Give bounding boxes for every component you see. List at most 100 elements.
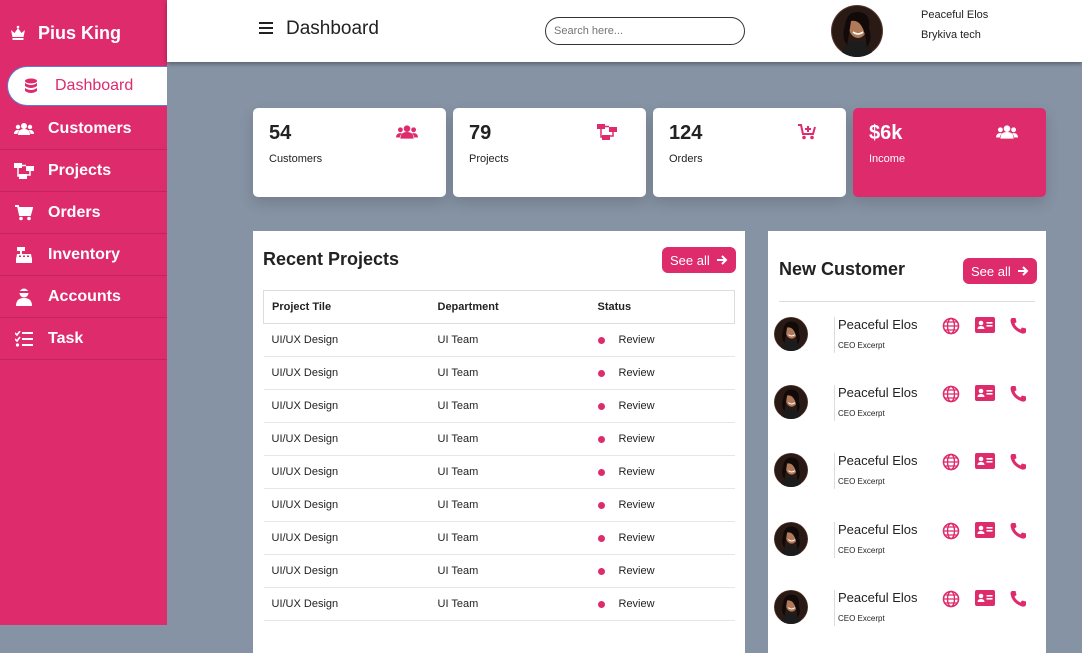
list-item[interactable]: Peaceful Elos CEO Excerpt (774, 522, 1036, 566)
stat-card-orders[interactable]: 124 Orders (653, 108, 846, 197)
table-row[interactable]: UI/UX Design UI Team Review (263, 422, 735, 456)
sidebar-item-label: Projects (48, 161, 112, 179)
sidebar-nav: Dashboard Customers Projects Orders Inve… (0, 66, 167, 360)
phone-icon[interactable] (1009, 317, 1027, 334)
project-department: UI Team (429, 356, 590, 390)
project-title: UI/UX Design (263, 455, 430, 489)
project-status: Review (589, 356, 735, 390)
new-customer-title: New Customer (779, 259, 906, 279)
globe-icon[interactable] (942, 317, 960, 335)
divider (834, 385, 835, 421)
table-row[interactable]: UI/UX Design UI Team Review (263, 488, 735, 522)
column-header: Status (589, 290, 735, 324)
table-row[interactable]: UI/UX Design UI Team Review (263, 521, 735, 555)
column-header: Department (429, 290, 590, 324)
project-title: UI/UX Design (263, 356, 430, 390)
customer-role: CEO Excerpt (838, 477, 885, 486)
project-title: UI/UX Design (263, 554, 430, 588)
users-icon (14, 120, 34, 138)
status-label: Review (618, 433, 655, 445)
cart-icon (14, 204, 34, 222)
stat-label: Income (869, 153, 906, 165)
page-title: Dashboard (286, 18, 379, 39)
avatar[interactable] (774, 522, 808, 556)
status-dot-icon (597, 534, 605, 542)
sidebar-item-task[interactable]: Task (0, 318, 167, 360)
id-card-icon[interactable] (975, 522, 995, 538)
sidebar-item-dashboard[interactable]: Dashboard (7, 66, 167, 106)
project-department: UI Team (429, 323, 590, 357)
see-all-label: See all (670, 252, 710, 268)
user-name: Peaceful Elos (921, 9, 989, 21)
status-label: Review (618, 499, 655, 511)
list-item[interactable]: Peaceful Elos CEO Excerpt (774, 590, 1036, 634)
new-customer-panel: New Customer See all Peaceful Elos CEO Ex… (768, 231, 1046, 653)
globe-icon[interactable] (942, 590, 960, 608)
avatar[interactable] (774, 385, 808, 419)
phone-icon[interactable] (1009, 453, 1027, 470)
recent-projects-panel: Recent Projects See all Project Tile Dep… (253, 231, 745, 653)
project-status: Review (589, 554, 735, 588)
new-customer-see-all-button[interactable]: See all (963, 258, 1037, 284)
id-card-icon[interactable] (975, 317, 995, 333)
sidebar-item-projects[interactable]: Projects (0, 150, 167, 192)
list-item[interactable]: Peaceful Elos CEO Excerpt (774, 453, 1036, 497)
project-status: Review (589, 323, 735, 357)
sidebar-item-accounts[interactable]: Accounts (0, 276, 167, 318)
avatar[interactable] (774, 453, 808, 487)
status-label: Review (618, 400, 655, 412)
project-title: UI/UX Design (263, 488, 430, 522)
phone-icon[interactable] (1009, 385, 1027, 402)
sidebar-item-label: Inventory (48, 245, 121, 263)
hamburger-menu-icon[interactable] (259, 22, 273, 36)
project-department: UI Team (429, 389, 590, 423)
status-label: Review (618, 598, 655, 610)
project-title: UI/UX Design (263, 389, 430, 423)
table-row[interactable]: UI/UX Design UI Team Review (263, 389, 735, 423)
list-item[interactable]: Peaceful Elos CEO Excerpt (774, 385, 1036, 429)
status-label: Review (618, 334, 655, 346)
avatar[interactable] (774, 317, 808, 351)
avatar[interactable] (831, 5, 883, 57)
id-card-icon[interactable] (975, 453, 995, 469)
globe-icon[interactable] (942, 522, 960, 540)
project-status: Review (589, 521, 735, 555)
stat-card-income[interactable]: $6k Income (853, 108, 1046, 197)
project-department: UI Team (429, 587, 590, 621)
globe-icon[interactable] (942, 453, 960, 471)
id-card-icon[interactable] (975, 385, 995, 401)
stat-card-projects[interactable]: 79 Projects (453, 108, 646, 197)
search-input[interactable] (545, 17, 745, 45)
users-icon (996, 125, 1018, 139)
sidebar-item-orders[interactable]: Orders (0, 192, 167, 234)
project-department: UI Team (429, 488, 590, 522)
avatar[interactable] (774, 590, 808, 624)
project-department: UI Team (429, 521, 590, 555)
table-row[interactable]: UI/UX Design UI Team Review (263, 323, 735, 357)
globe-icon[interactable] (942, 385, 960, 403)
project-status: Review (589, 422, 735, 456)
projects-table: Project Tile Department Status UI/UX Des… (263, 290, 735, 621)
table-row[interactable]: UI/UX Design UI Team Review (263, 356, 735, 390)
recent-projects-see-all-button[interactable]: See all (662, 247, 736, 273)
customer-name: Peaceful Elos (838, 385, 918, 400)
stat-label: Orders (669, 153, 703, 165)
table-row[interactable]: UI/UX Design UI Team Review (263, 554, 735, 588)
phone-icon[interactable] (1009, 590, 1027, 607)
project-department: UI Team (429, 554, 590, 588)
status-label: Review (618, 466, 655, 478)
project-department: UI Team (429, 422, 590, 456)
sidebar-item-inventory[interactable]: Inventory (0, 234, 167, 276)
table-row[interactable]: UI/UX Design UI Team Review (263, 455, 735, 489)
phone-icon[interactable] (1009, 522, 1027, 539)
list-item[interactable]: Peaceful Elos CEO Excerpt (774, 317, 1036, 361)
id-card-icon[interactable] (975, 590, 995, 606)
sitemap-icon (597, 124, 617, 140)
table-row[interactable]: UI/UX Design UI Team Review (263, 587, 735, 621)
stat-label: Projects (469, 153, 509, 165)
status-dot-icon (597, 336, 605, 344)
sidebar-item-label: Customers (48, 119, 132, 137)
sidebar-item-customers[interactable]: Customers (0, 108, 167, 150)
status-dot-icon (597, 402, 605, 410)
stat-card-customers[interactable]: 54 Customers (253, 108, 446, 197)
